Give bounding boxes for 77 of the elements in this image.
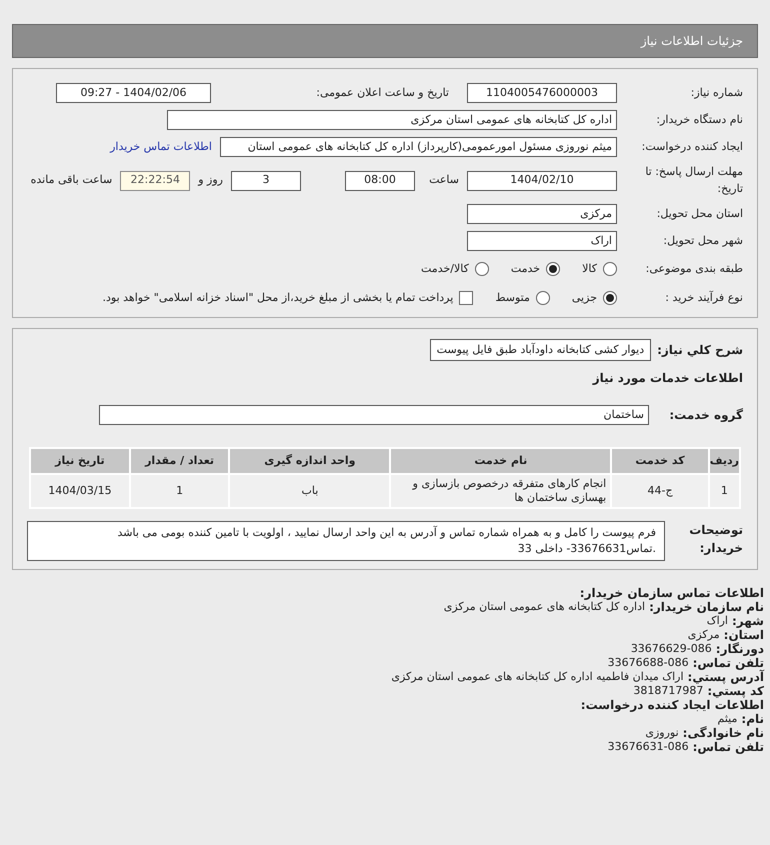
table-cell: ج-44 [611,474,709,508]
radio-button[interactable] [474,262,489,276]
text-field[interactable]: ساختمان [99,405,649,425]
radio-label: خدمت [510,260,540,277]
contact-label: استان: [724,628,764,642]
checkbox-label: پرداخت تمام یا بخشی از مبلغ خرید،از محل "اسناد خزانه اسلامی" خواهد بود. [102,290,454,306]
field-label: تاریخ و ساعت اعلان عمومی: [315,84,449,101]
text-field[interactable]: دیوار کشی کتابخانه داودآباد طبق فایل پیوست [430,339,652,361]
radio-button[interactable] [536,291,550,305]
field-label: شهر محل تحویل: [662,232,743,249]
column-header: کد خدمت [611,448,709,474]
radio-label: کالا [582,260,597,277]
contact-value: 3818717987 [633,684,704,698]
table-cell: 1404/03/15 [30,474,130,508]
radio-label: متوسط [495,290,530,306]
text-field[interactable]: اراک [467,231,617,251]
text-field[interactable]: 1404/02/06 - 09:27 [56,83,211,103]
table-cell: 1 [708,474,740,508]
page-title: جزئیات اطلاعات نیاز [640,33,743,50]
column-header: تاریخ نیاز [30,448,130,474]
contact-value: میثم [718,712,738,726]
remaining-time: 22:22:54 [120,170,190,190]
radio-button[interactable] [546,262,560,276]
text-field[interactable]: اداره کل کتابخانه های عمومی استان مرکزی [167,110,617,130]
contact-heading: اطلاعات ایجاد کننده درخواست: [580,698,764,712]
contact-value: مرکزی [688,628,720,642]
table-cell: باب [229,474,390,508]
text-field[interactable]: مرکزی [467,204,617,224]
text-field[interactable]: 1104005476000003 [467,83,617,103]
contact-value: اداره کل کتابخانه های عمومی استان مرکزی [444,600,646,614]
field-label: شماره نیاز: [690,84,743,101]
field-label: طبقه بندی موضوعی: [644,260,743,277]
contact-label: نام سازمان خریدار: [649,600,764,614]
radio-button[interactable] [603,291,617,305]
time-label: ساعت [428,172,459,188]
contact-label: نام: [741,712,764,726]
contact-label: کد پستي: [707,684,764,698]
field-label: نوع فرآیند خرید : [664,290,743,306]
text-field[interactable]: 3 [231,170,301,190]
section-heading: اطلاعات خدمات مورد نیاز [591,370,743,387]
field-label: شرح کلي نياز: [657,342,743,359]
contact-value: 33676631-086 [608,740,689,754]
radio-button[interactable] [603,262,617,276]
contact-value: 33676688-086 [608,656,689,670]
contact-value: اراک [706,614,728,628]
contact-label: شهر: [732,614,764,628]
contact-label: تلفن تماس: [692,740,764,754]
column-header: ردیف [708,448,740,474]
contact-heading: اطلاعات تماس سازمان خریدار: [578,586,764,600]
checkbox[interactable] [459,291,474,305]
field-label: گروه خدمت: [668,407,743,424]
column-header: واحد اندازه گیری [229,448,390,474]
text-field[interactable]: 08:00 [345,170,415,190]
contact-label: تلفن تماس: [692,656,764,670]
contact-value: 33676629-086 [630,642,712,656]
field-label: توضیحات خریدار: [688,522,743,557]
table-cell: انجام کارهای متفرقه درخصوص بازسازی و بهسازی ساختمان ها [390,474,612,508]
field-label: استان محل تحویل: [656,206,743,222]
field-label: نام دستگاه خریدار: [655,112,743,128]
remaining-label: ساعت باقی مانده [30,172,112,188]
radio-label: جزیی [572,290,597,306]
field-label: مهلت ارسال پاسخ: تا تاریخ: [644,164,743,197]
contact-label: آدرس پستي: [688,670,764,684]
contact-link[interactable]: اطلاعات تماس خریدار [110,138,212,156]
column-header: تعداد / مقدار [130,448,230,474]
text-field[interactable]: میثم نوروزی مسئول امورعمومی(کارپرداز) اداره کل کتابخانه های عمومی استان [220,137,617,157]
text-field[interactable]: 1404/02/10 [467,170,617,190]
radio-label: کالا/خدمت [421,260,469,277]
days-label: روز و [198,172,223,188]
contact-value: نوروزی [645,726,679,740]
contact-label: نام خانوادگی: [682,726,764,740]
notes-field: فرم پیوست را کامل و به همراه شماره تماس و آدرس به این واحد ارسال نمایید ، اولویت با تامین کننده بومی می باشد .تماس33676631- داخلی 33 [27,521,665,561]
field-label: ایجاد کننده درخواست: [640,138,743,155]
table-cell: 1 [130,474,230,508]
contact-value: اراک میدان فاطمیه اداره کل کتابخانه های عمومی استان مرکزی [391,670,684,684]
column-header: نام خدمت [390,448,612,474]
contact-label: دورنگار: [716,642,764,656]
